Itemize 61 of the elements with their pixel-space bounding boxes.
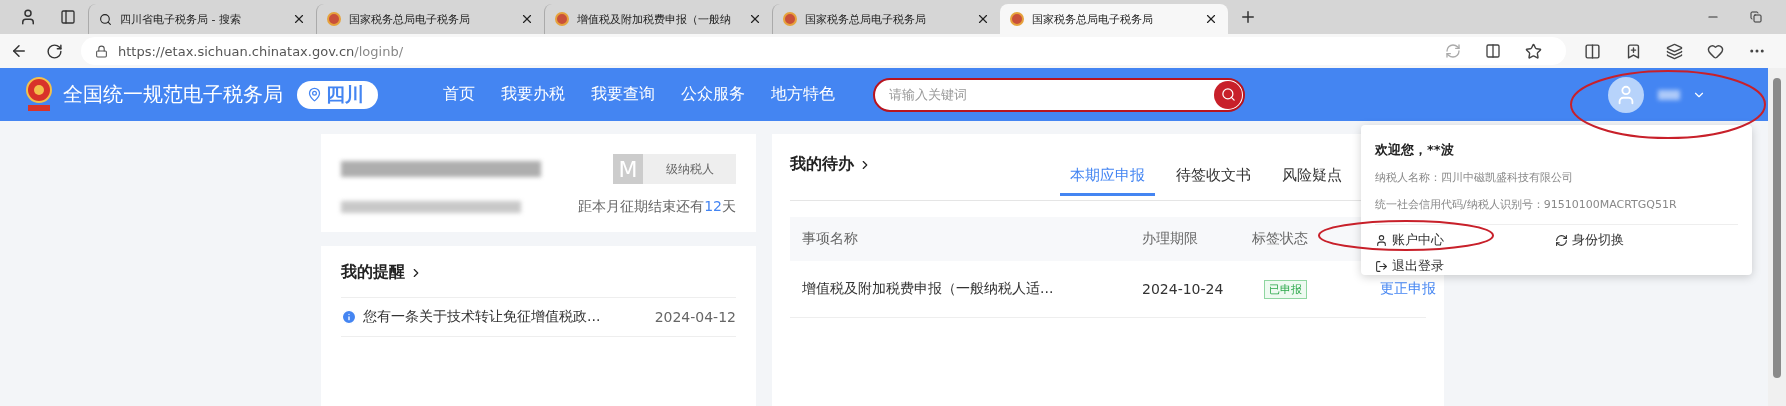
nav-link[interactable]: 地方特色 bbox=[771, 84, 835, 105]
close-icon[interactable] bbox=[1204, 12, 1218, 26]
refresh-icon bbox=[1555, 233, 1568, 247]
correct-link[interactable]: 更正申报 bbox=[1380, 280, 1436, 298]
avatar-icon[interactable] bbox=[1608, 76, 1644, 113]
region-selector[interactable]: 四川 bbox=[297, 80, 378, 109]
emblem-icon bbox=[783, 12, 797, 26]
menu-item[interactable]: 身份切换 bbox=[1555, 231, 1738, 249]
heart-icon[interactable] bbox=[1707, 42, 1724, 60]
emblem-icon bbox=[1010, 12, 1024, 26]
user-icon bbox=[1375, 233, 1388, 247]
lock-icon bbox=[95, 44, 108, 58]
search-bar[interactable]: 请输入关键词 bbox=[873, 77, 1245, 112]
menu-item[interactable]: 账户中心 bbox=[1375, 231, 1555, 249]
collections-icon[interactable] bbox=[1666, 42, 1683, 60]
close-icon[interactable] bbox=[292, 12, 306, 26]
reminder-date: 2024-04-12 bbox=[654, 309, 736, 325]
credit-code: 统一社会信用代码/纳税人识别号：91510100MACRTGQ51R bbox=[1375, 197, 1678, 212]
nav-link[interactable]: 我要办税 bbox=[501, 84, 565, 105]
profile-icon[interactable] bbox=[19, 8, 37, 26]
back-icon[interactable] bbox=[10, 42, 28, 60]
status-tag: 已申报 bbox=[1264, 279, 1307, 299]
favorites-icon[interactable] bbox=[1625, 42, 1642, 60]
reminder-link[interactable]: 您有一条关于技术转让免征增值税政... bbox=[363, 308, 649, 326]
split-screen-icon[interactable] bbox=[1584, 42, 1601, 60]
todo-tab[interactable]: 风险疑点 bbox=[1272, 166, 1352, 196]
tab-actions-icon[interactable] bbox=[60, 9, 76, 25]
taxpayer-name: 纳税人名称：四川中磁凯盛科技有限公司 bbox=[1375, 170, 1574, 185]
search-icon bbox=[99, 12, 112, 26]
table-cell-text: 增值税及附加税费申报（一般纳税人适... bbox=[802, 280, 1055, 298]
menu-item[interactable]: 退出登录 bbox=[1375, 257, 1555, 275]
search-field[interactable]: 请输入关键词 bbox=[887, 86, 1214, 103]
greeting: 欢迎您，**波 bbox=[1375, 141, 1455, 159]
nav-link[interactable]: 公众服务 bbox=[681, 84, 745, 105]
search-button[interactable] bbox=[1214, 80, 1242, 109]
nav-link[interactable]: 我要查询 bbox=[591, 84, 655, 105]
blurred-text bbox=[1658, 89, 1680, 100]
reload-icon[interactable] bbox=[46, 42, 63, 60]
deadline-text: 距本月征期结束还有12天 bbox=[578, 198, 736, 216]
close-icon[interactable] bbox=[748, 12, 762, 26]
logout-icon bbox=[1375, 259, 1388, 273]
location-icon bbox=[307, 87, 322, 102]
todo-tab[interactable]: 本期应申报 bbox=[1060, 166, 1155, 196]
close-icon[interactable] bbox=[976, 12, 990, 26]
nav-link[interactable]: 首页 bbox=[443, 84, 475, 105]
info-icon bbox=[341, 309, 357, 325]
todo-tab[interactable]: 待签收文书 bbox=[1166, 166, 1261, 196]
emblem-icon bbox=[327, 12, 341, 26]
restore-icon[interactable] bbox=[1750, 11, 1762, 23]
favorite-icon[interactable] bbox=[1525, 42, 1542, 60]
table-cell-text: 2024-10-24 bbox=[1142, 281, 1225, 297]
emblem-icon bbox=[555, 12, 569, 26]
new-tab-icon[interactable] bbox=[1239, 8, 1257, 26]
card-title[interactable]: 我的提醒 bbox=[341, 262, 736, 283]
site-title: 全国统一规范电子税务局 bbox=[63, 81, 283, 108]
search-icon bbox=[1220, 87, 1236, 102]
close-icon[interactable] bbox=[520, 12, 534, 26]
browser-tab[interactable]: 国家税务总局电子税务局 bbox=[1000, 4, 1228, 34]
address-field[interactable]: https://etax.sichuan.chinatax.gov.cn/loginb/ bbox=[81, 37, 1566, 65]
scrollbar[interactable] bbox=[1768, 68, 1786, 406]
card-title[interactable]: 我的待办 bbox=[790, 154, 872, 175]
